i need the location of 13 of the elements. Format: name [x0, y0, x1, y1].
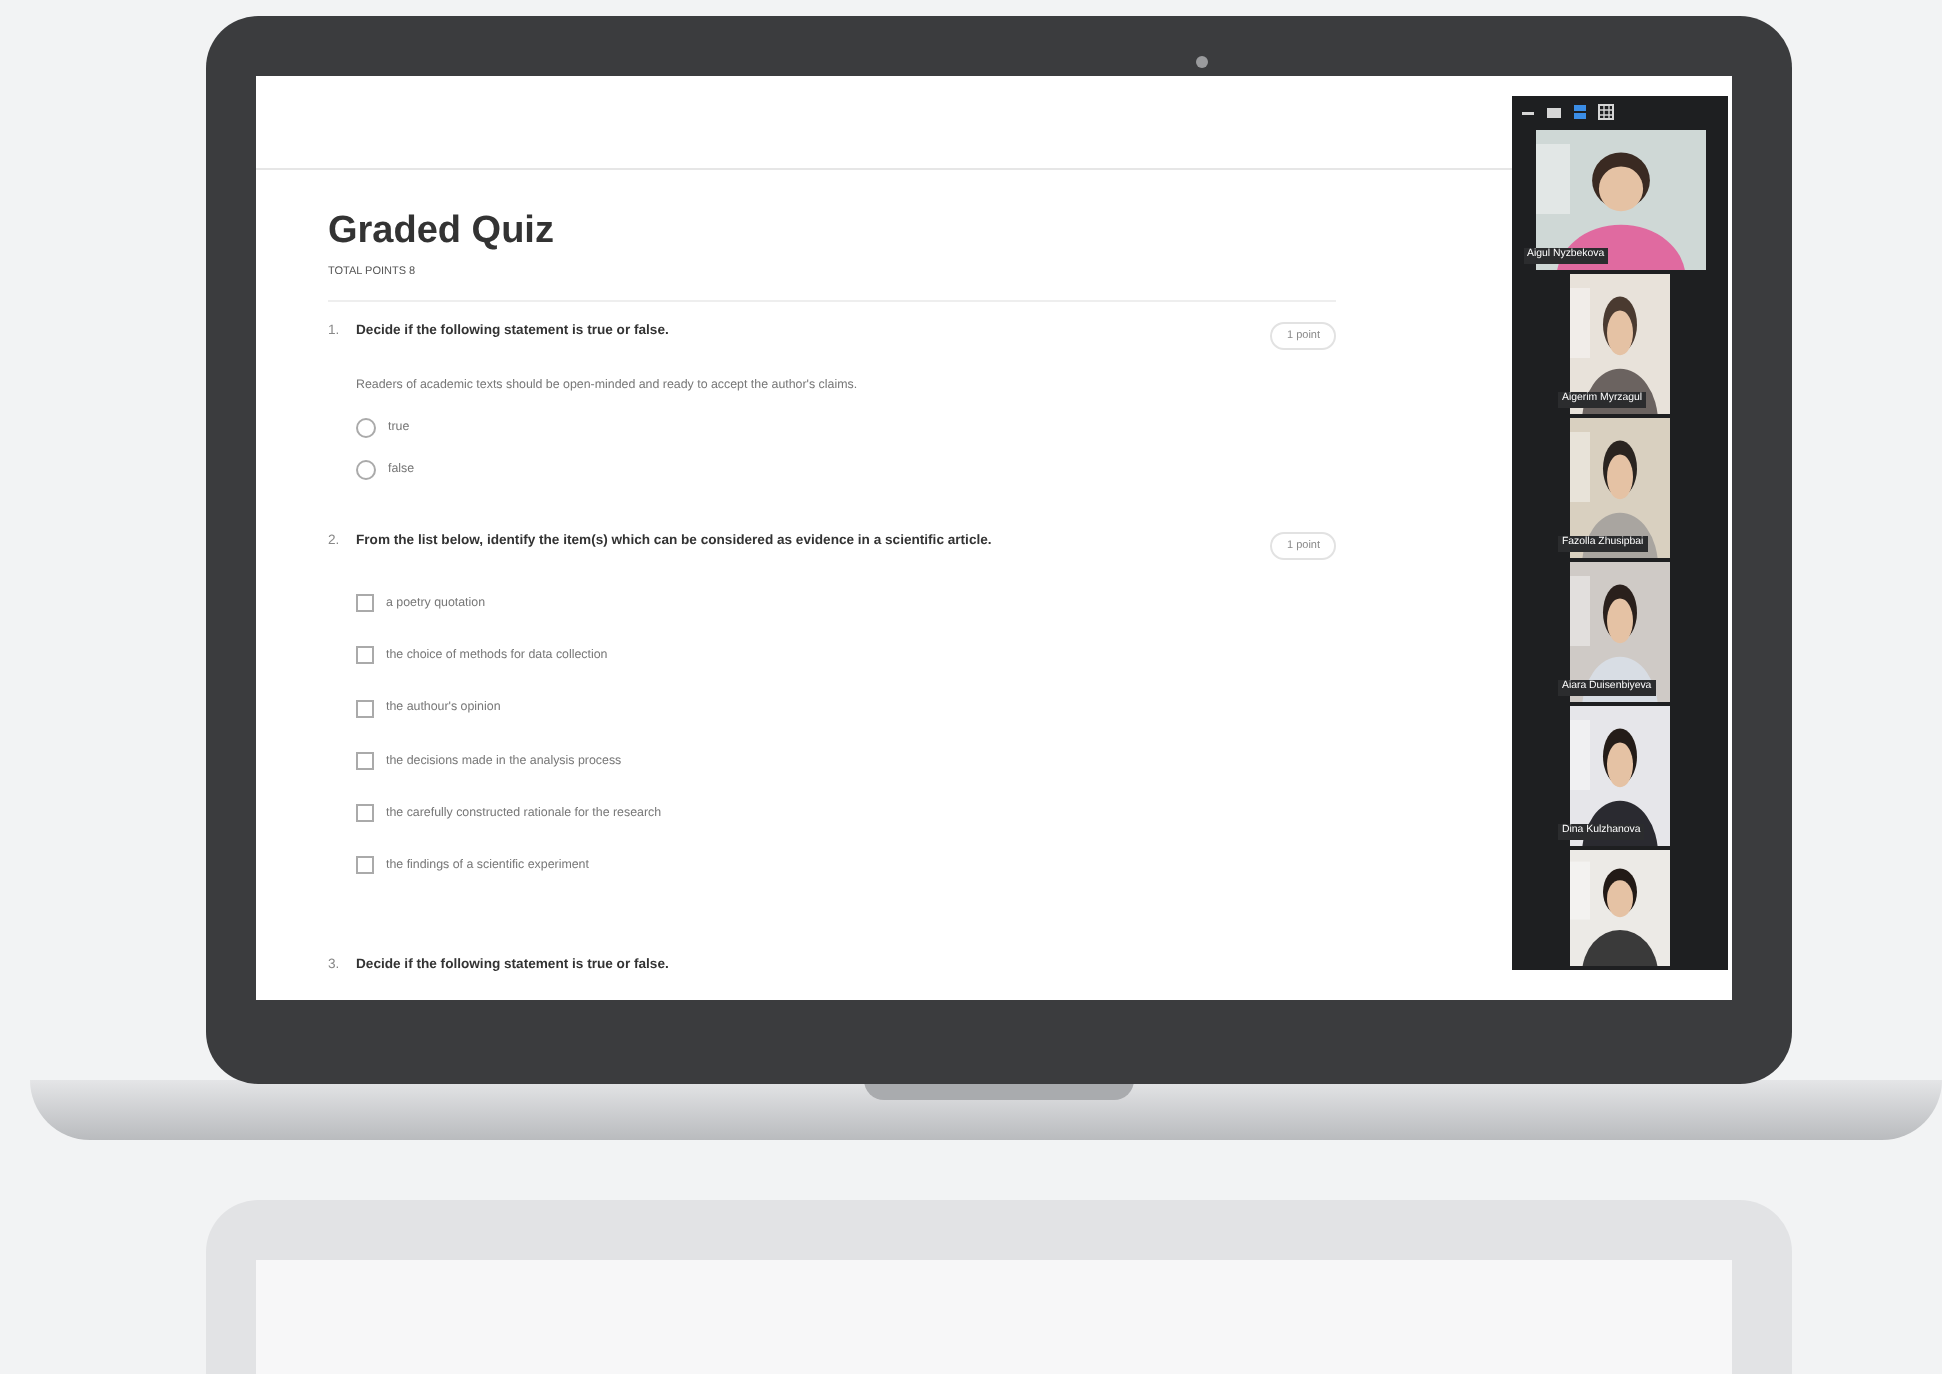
radio-button[interactable] [356, 459, 376, 480]
checkbox[interactable] [356, 593, 374, 612]
radio-button[interactable] [356, 417, 376, 438]
grid-view-icon[interactable] [1598, 104, 1614, 120]
stacked-view-icon[interactable] [1572, 104, 1588, 120]
checkbox[interactable] [356, 804, 374, 823]
checkbox[interactable] [356, 751, 374, 770]
checkbox[interactable] [356, 646, 374, 665]
window-icon[interactable] [1546, 104, 1562, 120]
camera-icon [1196, 56, 1208, 68]
quiz-title: Graded Quiz [328, 210, 556, 256]
checkbox[interactable] [356, 856, 374, 875]
checkbox[interactable] [356, 699, 374, 718]
